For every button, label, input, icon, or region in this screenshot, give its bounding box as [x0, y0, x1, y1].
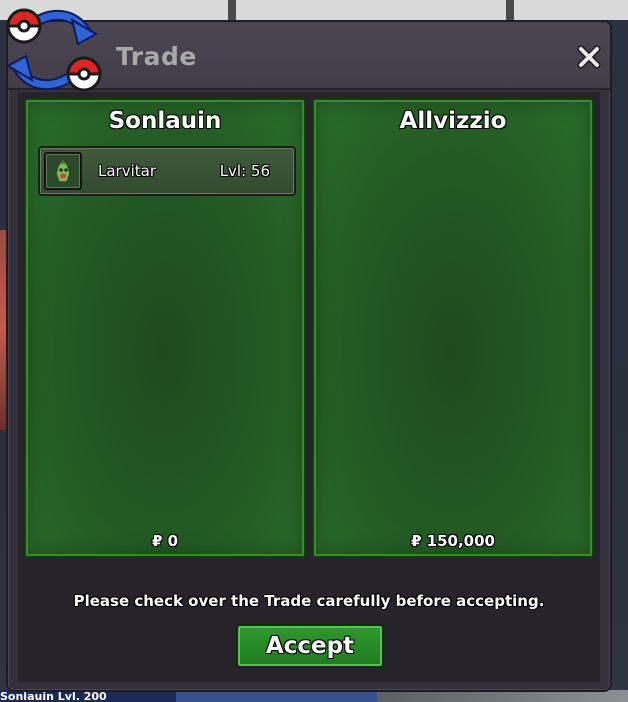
larvitar-sprite-icon — [44, 152, 82, 190]
trade-notice: Please check over the Trade carefully be… — [73, 592, 545, 610]
window-title: Trade — [116, 42, 197, 71]
pokemon-level: Lvl: 56 — [219, 162, 270, 180]
game-hud-text: Sonlauin Lvl. 200 — [0, 692, 107, 702]
right-money-offer: ₽ 150,000 — [411, 532, 495, 550]
right-player-name: Allvizzio — [399, 108, 507, 134]
close-icon[interactable] — [576, 44, 602, 70]
pokemon-name: Larvitar — [98, 162, 157, 180]
left-money-offer: ₽ 0 — [151, 532, 179, 550]
offer-panel-left: Sonlauin Larvitar Lvl: 56 ₽ 0 — [24, 98, 306, 558]
game-world-post — [506, 0, 514, 20]
left-player-name: Sonlauin — [108, 108, 222, 134]
accept-button[interactable]: Accept — [236, 624, 384, 668]
offer-panel-right: Allvizzio ₽ 150,000 — [312, 98, 594, 558]
trade-content: Sonlauin Larvitar Lvl: 56 ₽ 0 Allvizzio … — [18, 92, 600, 682]
game-world-post — [228, 0, 236, 20]
trade-window: Trade Sonlauin Larvitar Lvl: 56 ₽ 0 Allv… — [5, 8, 612, 692]
offered-pokemon-item[interactable]: Larvitar Lvl: 56 — [38, 146, 296, 196]
trade-pokeball-swap-icon — [2, 4, 102, 96]
